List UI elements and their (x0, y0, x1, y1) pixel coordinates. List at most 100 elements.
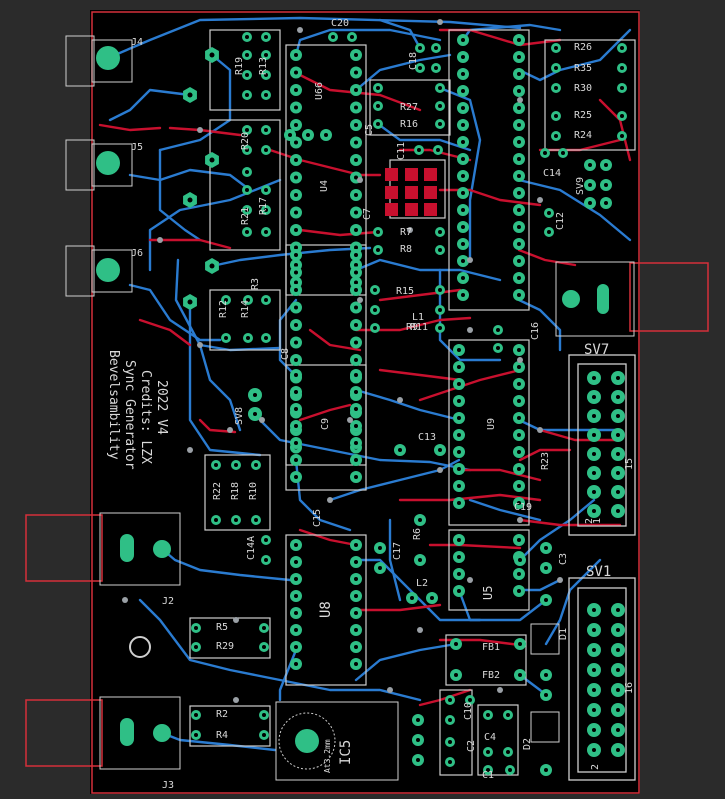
silk-note-2: Sync Generator (122, 360, 137, 470)
silk-note-3: Credits: LZX (138, 370, 153, 464)
via (557, 577, 563, 583)
silk-note-4: 2022 V4 (154, 380, 169, 435)
label-pin2-sv7: 2 (584, 518, 595, 524)
label-r12: R12 (218, 300, 229, 318)
label-c13: C13 (418, 432, 436, 443)
label-ic5-mark: At3.2mm (323, 739, 332, 773)
label-u9: U9 (486, 418, 497, 430)
label-r8: R8 (400, 244, 412, 255)
label-c15: C15 (312, 509, 323, 527)
label-r5: R5 (216, 622, 228, 633)
via (187, 447, 193, 453)
label-r4: R4 (216, 730, 228, 741)
label-c20: C20 (331, 18, 349, 29)
via (467, 327, 473, 333)
label-c5: C5 (364, 124, 375, 136)
label-u8: U8 (318, 601, 334, 618)
via (357, 297, 363, 303)
label-r25: R25 (574, 110, 592, 121)
label-ic5: IC5 (338, 740, 354, 765)
via (417, 627, 423, 633)
label-r2: R2 (216, 709, 228, 720)
via (517, 97, 523, 103)
label-sv1: SV1 (586, 564, 611, 580)
label-r13: R13 (258, 57, 269, 75)
label-c4: C4 (484, 732, 496, 743)
label-c9: C9 (320, 418, 331, 430)
label-c3: C3 (558, 553, 569, 565)
via (517, 357, 523, 363)
label-j3: J3 (162, 780, 174, 791)
via (157, 237, 163, 243)
label-pin16-sv1: 16 (624, 682, 635, 694)
label-sv7: SV7 (584, 342, 609, 358)
via (347, 417, 353, 423)
via (437, 19, 443, 25)
via (537, 197, 543, 203)
label-c19: C19 (514, 502, 532, 513)
label-c14a: C14A (246, 536, 257, 560)
via (197, 342, 203, 348)
via (259, 417, 265, 423)
label-r29: R29 (216, 641, 234, 652)
label-r15: R15 (396, 286, 414, 297)
via (397, 397, 403, 403)
via (327, 497, 333, 503)
label-fb2: FB2 (482, 670, 500, 681)
via (537, 427, 543, 433)
label-u66: U66 (314, 82, 325, 100)
label-r30: R30 (574, 83, 592, 94)
label-r6: R6 (412, 528, 423, 540)
label-r14: R14 (240, 300, 251, 318)
label-r17: R17 (258, 197, 269, 215)
label-c18: C18 (408, 52, 419, 70)
label-r35: R35 (574, 63, 592, 74)
label-r24: R24 (574, 130, 592, 141)
label-r16: R16 (400, 119, 418, 130)
label-pin15-sv7: 15 (624, 458, 635, 470)
label-l1: L1 (412, 312, 424, 323)
label-r3: R3 (250, 278, 261, 290)
smd-pads (385, 168, 437, 216)
label-r18: R18 (230, 482, 241, 500)
via (233, 697, 239, 703)
label-r7: R7 (400, 227, 412, 238)
label-j5: J5 (131, 142, 143, 153)
label-c14: C14 (543, 168, 561, 179)
via (297, 27, 303, 33)
label-c12: C12 (555, 212, 566, 230)
via (357, 177, 363, 183)
label-r23: R23 (540, 452, 551, 470)
label-r22: R22 (212, 482, 223, 500)
via (517, 517, 523, 523)
label-u5: U5 (481, 586, 495, 600)
label-r10: R10 (248, 482, 259, 500)
label-c11: C11 (396, 142, 407, 160)
via (437, 467, 443, 473)
label-j4: J4 (131, 37, 143, 48)
via (227, 427, 233, 433)
label-c2: C2 (466, 740, 477, 752)
label-sv9: SV9 (575, 177, 586, 195)
label-c16: C16 (530, 322, 541, 340)
label-r26: R26 (574, 42, 592, 53)
label-pin2-sv1: 2 (590, 764, 601, 770)
pcb-layout: J4 J5 J6 J2 J3 SV7 SV1 U8 U5 IC5 U66 U9 … (25, 10, 709, 794)
label-d2: D2 (522, 738, 533, 750)
label-fb1: FB1 (482, 642, 500, 653)
label-l2: L2 (416, 578, 428, 589)
via (387, 687, 393, 693)
label-c8: C8 (280, 348, 291, 360)
via (467, 257, 473, 263)
label-r21: R21 (240, 207, 251, 225)
label-r20: R20 (240, 132, 251, 150)
label-r9: R9 (406, 322, 418, 333)
via (497, 687, 503, 693)
label-c10: C10 (463, 702, 474, 720)
label-r19: R19 (234, 57, 245, 75)
label-c17: C17 (392, 542, 403, 560)
via (197, 127, 203, 133)
label-j2: J2 (162, 596, 174, 607)
label-sv8: SV8 (234, 407, 245, 425)
via (122, 597, 128, 603)
